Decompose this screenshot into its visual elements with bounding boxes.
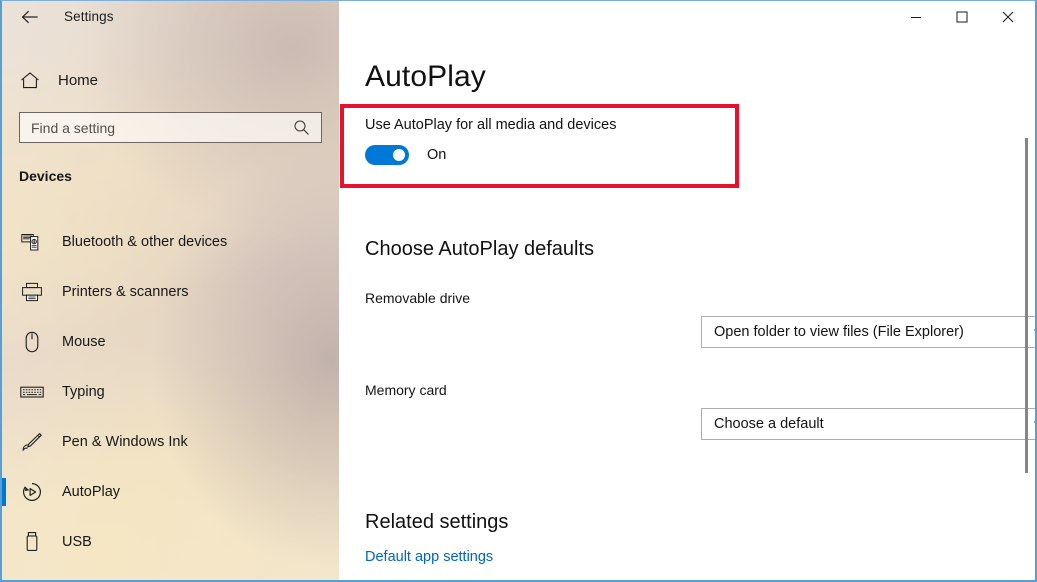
home-icon bbox=[8, 71, 52, 90]
keyboard-icon bbox=[10, 384, 54, 400]
selection-indicator bbox=[2, 328, 6, 356]
back-button[interactable] bbox=[8, 1, 52, 33]
selection-indicator bbox=[2, 428, 6, 456]
selection-indicator bbox=[2, 278, 6, 306]
close-button[interactable] bbox=[985, 1, 1031, 32]
scrollbar-thumb[interactable] bbox=[1025, 138, 1028, 473]
app-title: Settings bbox=[64, 9, 114, 24]
minimize-button[interactable] bbox=[893, 1, 939, 32]
settings-window: Settings Home Find a setting Devices Blu… bbox=[0, 0, 1037, 582]
sidebar-item-label: Bluetooth & other devices bbox=[62, 234, 228, 250]
search-icon[interactable] bbox=[285, 119, 321, 136]
selection-indicator bbox=[2, 478, 6, 506]
memory-card-dropdown[interactable]: Choose a default bbox=[701, 408, 1035, 440]
maximize-icon bbox=[956, 11, 968, 22]
removable-drive-dropdown[interactable]: Open folder to view files (File Explorer… bbox=[701, 316, 1035, 348]
bluetooth-devices-icon bbox=[10, 232, 54, 252]
section-title-choose-autoplay-defaults: Choose AutoPlay defaults bbox=[365, 238, 595, 260]
selection-indicator bbox=[2, 378, 6, 406]
autoplay-icon bbox=[10, 481, 54, 503]
sidebar-item-printers-scanners[interactable]: Printers & scanners bbox=[2, 267, 339, 317]
close-icon bbox=[1002, 11, 1014, 22]
search-box[interactable] bbox=[19, 112, 322, 143]
pen-icon bbox=[10, 431, 54, 453]
sidebar-item-label: Printers & scanners bbox=[62, 284, 189, 300]
sidebar-item-label: Typing bbox=[62, 384, 105, 400]
sidebar-item-usb[interactable]: USB bbox=[2, 517, 339, 567]
autoplay-toggle-switch[interactable] bbox=[365, 145, 409, 165]
sidebar-item-home[interactable]: Home bbox=[2, 61, 339, 99]
main-content: AutoPlay Use AutoPlay for all media and … bbox=[339, 33, 1035, 580]
sidebar-item-home-label: Home bbox=[58, 71, 99, 89]
default-app-settings-link[interactable]: Default app settings bbox=[365, 549, 493, 565]
autoplay-toggle-label: Use AutoPlay for all media and devices bbox=[365, 117, 617, 133]
sidebar-item-autoplay[interactable]: AutoPlay bbox=[2, 467, 339, 517]
usb-icon bbox=[10, 531, 54, 553]
page-title: AutoPlay bbox=[365, 60, 486, 93]
sidebar-item-pen-windows-ink[interactable]: Pen & Windows Ink bbox=[2, 417, 339, 467]
sidebar-nav-list: Bluetooth & other devices Printers & sca… bbox=[2, 217, 339, 567]
sidebar-item-typing[interactable]: Typing bbox=[2, 367, 339, 417]
content-scrollbar[interactable] bbox=[1019, 65, 1033, 580]
sidebar-item-bluetooth-other-devices[interactable]: Bluetooth & other devices bbox=[2, 217, 339, 267]
toggle-knob bbox=[393, 149, 405, 161]
autoplay-toggle-state: On bbox=[427, 147, 447, 163]
removable-drive-value: Open folder to view files (File Explorer… bbox=[714, 324, 964, 340]
title-bar: Settings bbox=[2, 1, 1035, 33]
memory-card-value: Choose a default bbox=[714, 416, 824, 432]
selection-indicator bbox=[2, 528, 6, 556]
sidebar-item-label: Mouse bbox=[62, 334, 106, 350]
autoplay-toggle-section: Use AutoPlay for all media and devices O… bbox=[365, 117, 616, 165]
sidebar-item-label: Pen & Windows Ink bbox=[62, 434, 188, 450]
back-arrow-icon bbox=[21, 10, 38, 24]
minimize-icon bbox=[911, 16, 921, 18]
search-input[interactable] bbox=[20, 113, 285, 142]
sidebar-item-label: USB bbox=[62, 534, 92, 550]
autoplay-toggle-row: On bbox=[365, 145, 616, 165]
section-title-related-settings: Related settings bbox=[365, 511, 509, 533]
maximize-button[interactable] bbox=[939, 1, 985, 32]
printer-icon bbox=[10, 282, 54, 302]
mouse-icon bbox=[10, 331, 54, 353]
label-memory-card: Memory card bbox=[365, 382, 447, 398]
sidebar-group-header: Devices bbox=[19, 168, 72, 184]
sidebar-item-label: AutoPlay bbox=[62, 484, 121, 500]
sidebar-item-mouse[interactable]: Mouse bbox=[2, 317, 339, 367]
selection-indicator bbox=[2, 228, 6, 256]
label-removable-drive: Removable drive bbox=[365, 290, 471, 306]
